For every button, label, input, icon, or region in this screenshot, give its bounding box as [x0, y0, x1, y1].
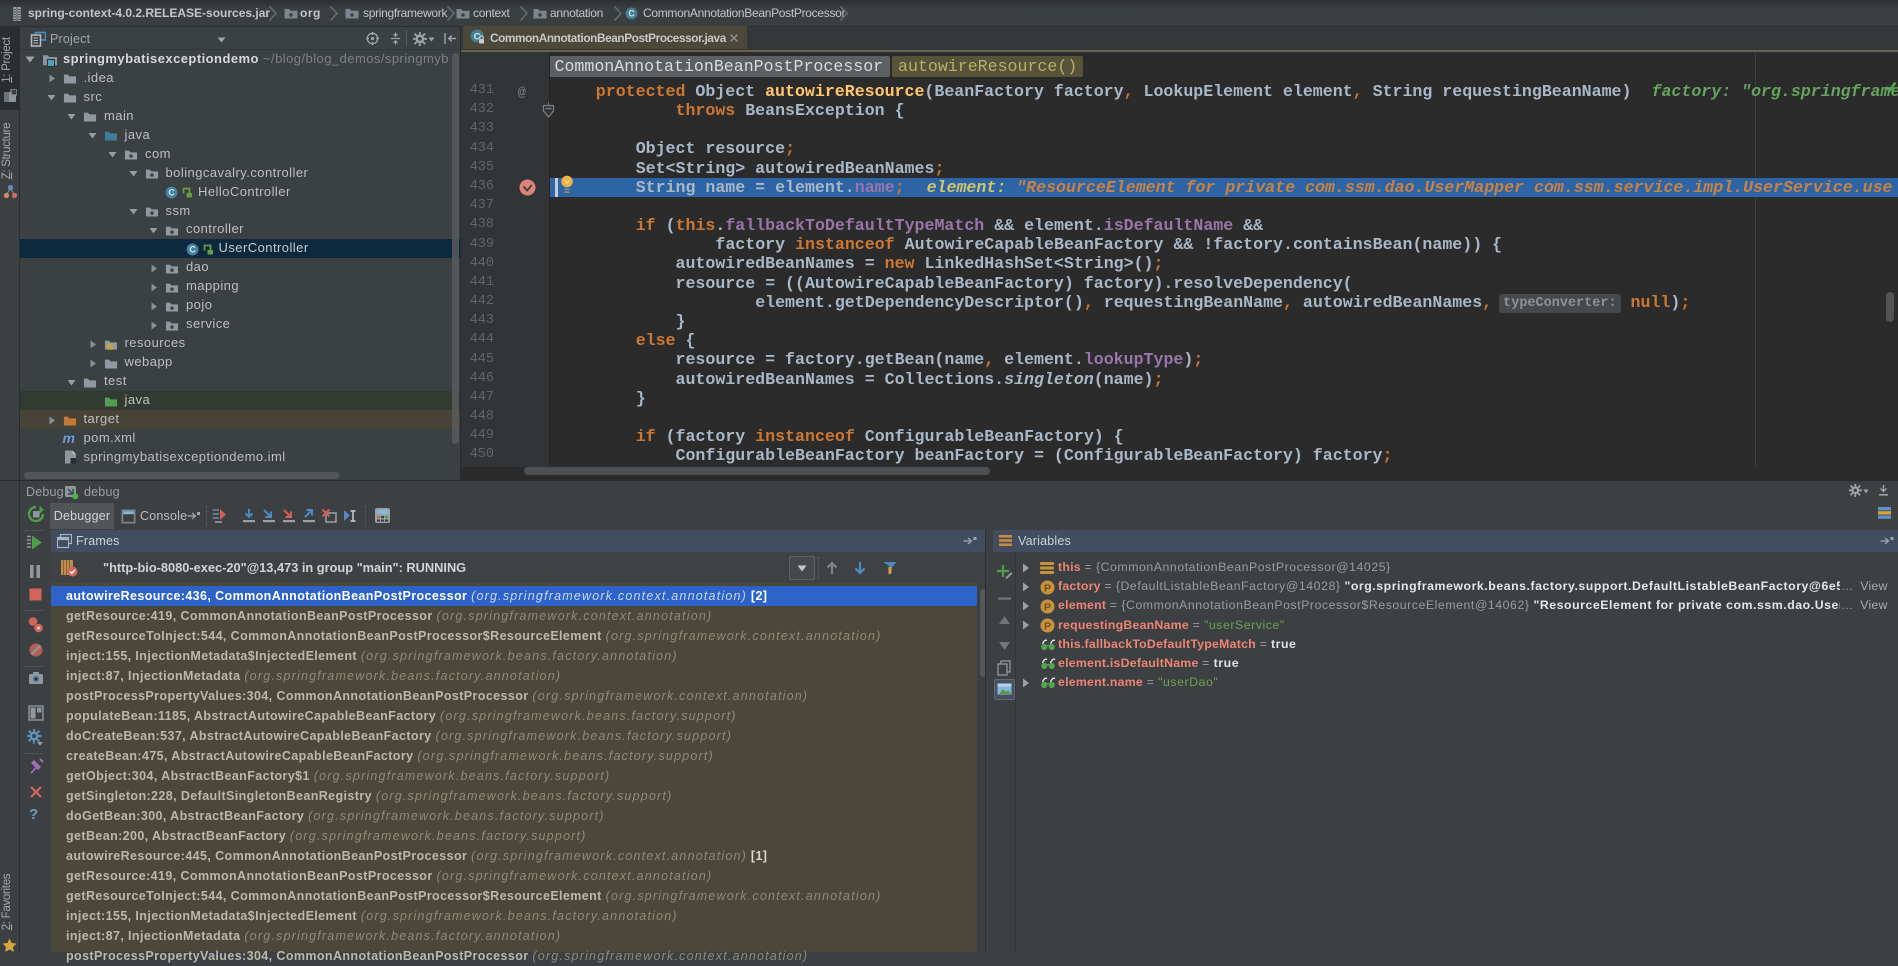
svg-text:P: P	[1044, 582, 1051, 594]
svg-text:C: C	[189, 244, 196, 254]
svg-text:P: P	[1044, 621, 1051, 633]
svg-text:C: C	[628, 9, 635, 19]
svg-text:P: P	[1044, 601, 1051, 613]
svg-text:C: C	[168, 187, 175, 197]
